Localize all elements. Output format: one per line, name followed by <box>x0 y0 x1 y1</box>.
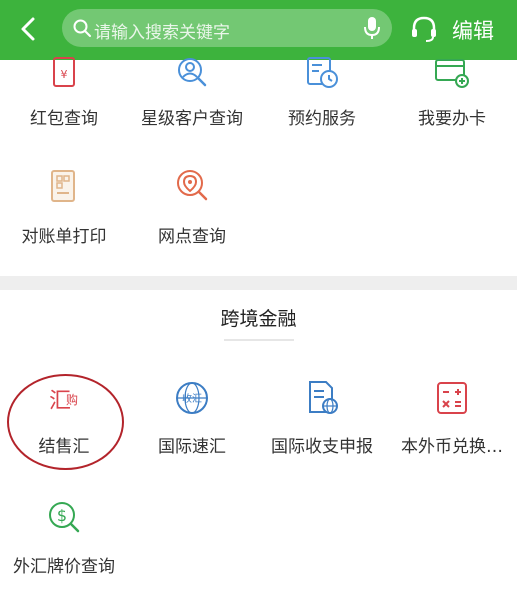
service-label: 星级客户查询 <box>141 109 243 129</box>
customer-search-icon <box>178 58 207 87</box>
service-label: 预约服务 <box>288 109 356 129</box>
search-input[interactable]: 请输入搜索关键字 <box>62 9 392 47</box>
section-title-underline <box>224 339 294 341</box>
cross-border-label: 外汇牌价查询 <box>13 557 115 577</box>
dollar-search-icon: $ <box>49 502 80 533</box>
cross-border-label: 国际速汇 <box>158 437 226 457</box>
headset-icon[interactable] <box>409 14 439 44</box>
red-envelope-icon: ¥ <box>53 57 75 87</box>
location-search-icon <box>177 170 208 201</box>
calculator-icon <box>437 382 467 414</box>
back-icon[interactable] <box>14 14 44 44</box>
statement-print-icon <box>51 170 75 202</box>
search-placeholder: 请输入搜索关键字 <box>94 23 230 43</box>
document-globe-icon <box>309 381 338 414</box>
top-bar: 请输入搜索关键字 编辑 <box>0 0 517 60</box>
service-label: 对账单打印 <box>21 227 107 247</box>
service-label: 网点查询 <box>158 227 226 247</box>
microphone-icon[interactable] <box>362 16 382 40</box>
search-icon <box>73 19 91 37</box>
edit-button[interactable]: 编辑 <box>452 15 494 45</box>
card-add-icon <box>435 59 469 88</box>
calendar-clock-icon <box>307 57 338 88</box>
service-label: 红包查询 <box>30 109 98 129</box>
section-divider <box>0 276 517 290</box>
cross-border-label: 本外币兑换… <box>401 437 503 457</box>
highlight-circle <box>7 374 124 470</box>
globe-remit-icon: 收汇 <box>176 382 208 414</box>
svg-text:¥: ¥ <box>61 68 68 81</box>
service-label: 我要办卡 <box>418 109 486 129</box>
svg-text:$: $ <box>57 506 67 525</box>
svg-text:收汇: 收汇 <box>182 392 202 405</box>
section-title: 跨境金融 <box>220 308 297 330</box>
cross-border-label: 国际收支申报 <box>271 437 373 457</box>
